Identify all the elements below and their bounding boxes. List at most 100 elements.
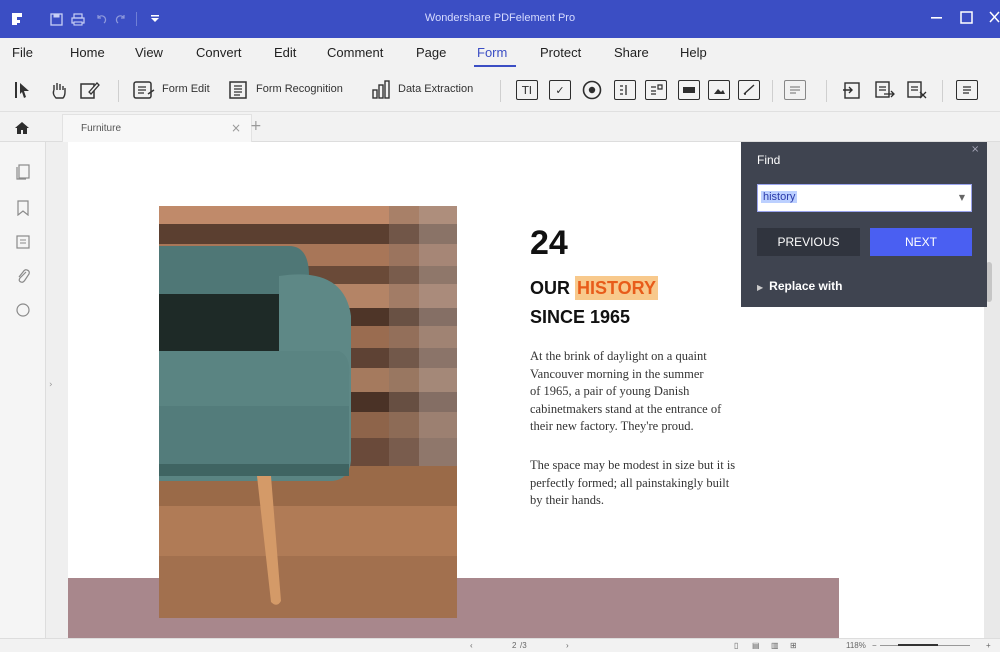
text-line: The space may be modest in size but it i… [530, 458, 736, 472]
close-window-button[interactable] [988, 10, 1000, 28]
menu-page[interactable]: Page [416, 45, 446, 60]
chevron-right-icon: › [49, 380, 53, 390]
document-tab-bar: Furniture × + [0, 112, 1000, 142]
previous-button[interactable]: PREVIOUS [757, 228, 860, 256]
form-toolbar: Form Edit Form Recognition Data Extracti… [0, 68, 1000, 112]
menu-help[interactable]: Help [680, 45, 707, 60]
zoom-slider-fill [898, 644, 938, 646]
form-edit-icon[interactable] [133, 80, 155, 104]
find-title: Find [757, 153, 781, 167]
form-fields-icon[interactable] [784, 80, 806, 100]
menu-bar: File Home View Convert Edit Comment Page… [0, 38, 1000, 68]
export-data-icon[interactable] [874, 80, 896, 100]
toolbar-separator [118, 80, 119, 102]
image-field-icon[interactable] [708, 80, 730, 100]
comments-icon[interactable] [16, 234, 30, 250]
chevron-down-icon[interactable]: ▼ [959, 193, 965, 202]
search-highlight: HISTORY [575, 276, 659, 300]
left-sidebar [0, 142, 46, 638]
attachment-icon[interactable] [16, 268, 30, 284]
page-number-heading: 24 [530, 224, 568, 262]
sidebar-collapse-handle[interactable]: › [46, 142, 68, 638]
find-panel: Find × history ▼ PREVIOUS NEXT ▶ Replace … [741, 142, 987, 307]
toolbar-separator [772, 80, 773, 102]
title-bar: Wondershare PDFelement Pro [0, 0, 1000, 38]
toolbar-separator [500, 80, 501, 102]
paragraph-1: At the brink of daylight on a quaint Van… [530, 348, 770, 436]
data-icon[interactable] [956, 80, 978, 100]
combo-box-icon[interactable] [645, 80, 667, 100]
menu-form[interactable]: Form [477, 45, 507, 60]
text-line: perfectly formed; all painstakingly buil… [530, 475, 730, 490]
search-panel-icon[interactable] [16, 302, 30, 318]
text-line: cabinetmakers stand at the entrance of [530, 401, 722, 416]
prev-page-icon[interactable]: ‹ [470, 641, 473, 650]
pdfelement-window: Wondershare PDFelement Pro File Home Vie… [0, 0, 1000, 652]
data-extraction-icon[interactable] [371, 80, 393, 104]
data-extraction-button[interactable]: Data Extraction [398, 83, 473, 95]
menu-convert[interactable]: Convert [196, 45, 242, 60]
form-recognition-button[interactable]: Form Recognition [256, 83, 343, 95]
menu-view[interactable]: View [135, 45, 163, 60]
text-line: their new factory. They're proud. [530, 419, 694, 433]
minimize-button[interactable] [930, 6, 944, 30]
zoom-out-icon[interactable]: − [872, 641, 877, 650]
toolbar-separator [942, 80, 943, 102]
menu-protect[interactable]: Protect [540, 45, 581, 60]
chevron-right-icon: ▶ [757, 283, 764, 292]
find-input[interactable]: history ▼ [757, 184, 972, 212]
find-query: history [761, 191, 798, 203]
bookmark-icon[interactable] [16, 200, 30, 217]
clear-form-icon[interactable] [906, 80, 928, 100]
button-field-icon[interactable] [678, 80, 700, 100]
grid-view-icon[interactable]: ⊞ [790, 641, 797, 650]
maximize-button[interactable] [960, 11, 974, 29]
signature-field-icon[interactable] [738, 80, 760, 100]
replace-label: Replace with [769, 279, 843, 293]
text-line: At the brink of daylight on a quaint [530, 349, 707, 363]
two-page-view-icon[interactable]: ▥ [771, 641, 779, 650]
menu-share[interactable]: Share [614, 45, 649, 60]
form-edit-button[interactable]: Form Edit [162, 83, 210, 95]
thumbnails-icon[interactable] [16, 164, 30, 180]
window-title: Wondershare PDFelement Pro [424, 12, 576, 24]
sofa-photo [159, 206, 457, 618]
checkbox-icon[interactable]: ✓ [549, 80, 571, 100]
current-page[interactable]: 2 [512, 641, 516, 650]
menu-edit[interactable]: Edit [274, 45, 296, 60]
single-page-view-icon[interactable]: ▯ [734, 641, 738, 650]
continuous-view-icon[interactable]: ▤ [752, 641, 760, 650]
close-tab-icon[interactable]: × [231, 121, 241, 135]
radio-button-icon[interactable] [582, 80, 602, 104]
edit-tool-icon[interactable] [80, 81, 100, 103]
close-find-icon[interactable]: × [971, 144, 979, 155]
menu-home[interactable]: Home [70, 45, 105, 60]
status-bar: ‹ 2 /3 › ▯ ▤ ▥ ⊞ 118% − + [0, 638, 1000, 652]
paragraph-2: The space may be modest in size but it i… [530, 457, 770, 510]
text-field-icon[interactable]: TI [516, 80, 538, 100]
menu-file[interactable]: File [12, 45, 33, 60]
select-tool-icon[interactable] [14, 81, 32, 103]
home-icon[interactable] [14, 120, 30, 139]
heading-since: SINCE 1965 [530, 307, 631, 327]
replace-with-toggle[interactable]: ▶ Replace with [757, 279, 843, 293]
hand-tool-icon[interactable] [50, 81, 68, 103]
form-recognition-icon[interactable] [228, 80, 250, 104]
toolbar-separator [826, 80, 827, 102]
zoom-level[interactable]: 118% [846, 641, 866, 650]
import-data-icon[interactable] [842, 80, 864, 100]
next-button[interactable]: NEXT [870, 228, 972, 256]
list-box-icon[interactable] [614, 80, 636, 100]
text-line: Vancouver morning in the summer [530, 366, 704, 381]
new-tab-icon[interactable]: + [250, 118, 262, 134]
page-count: /3 [520, 641, 527, 650]
next-page-icon[interactable]: › [566, 641, 569, 650]
heading-prefix: OUR [530, 278, 575, 298]
tab-furniture[interactable]: Furniture × [62, 114, 252, 142]
menu-comment[interactable]: Comment [327, 45, 383, 60]
zoom-in-icon[interactable]: + [986, 641, 991, 650]
heading-our-history: OUR HISTORY [530, 276, 659, 300]
active-menu-indicator [474, 65, 516, 67]
tab-label: Furniture [81, 123, 122, 134]
text-line: by their hands. [530, 493, 604, 507]
